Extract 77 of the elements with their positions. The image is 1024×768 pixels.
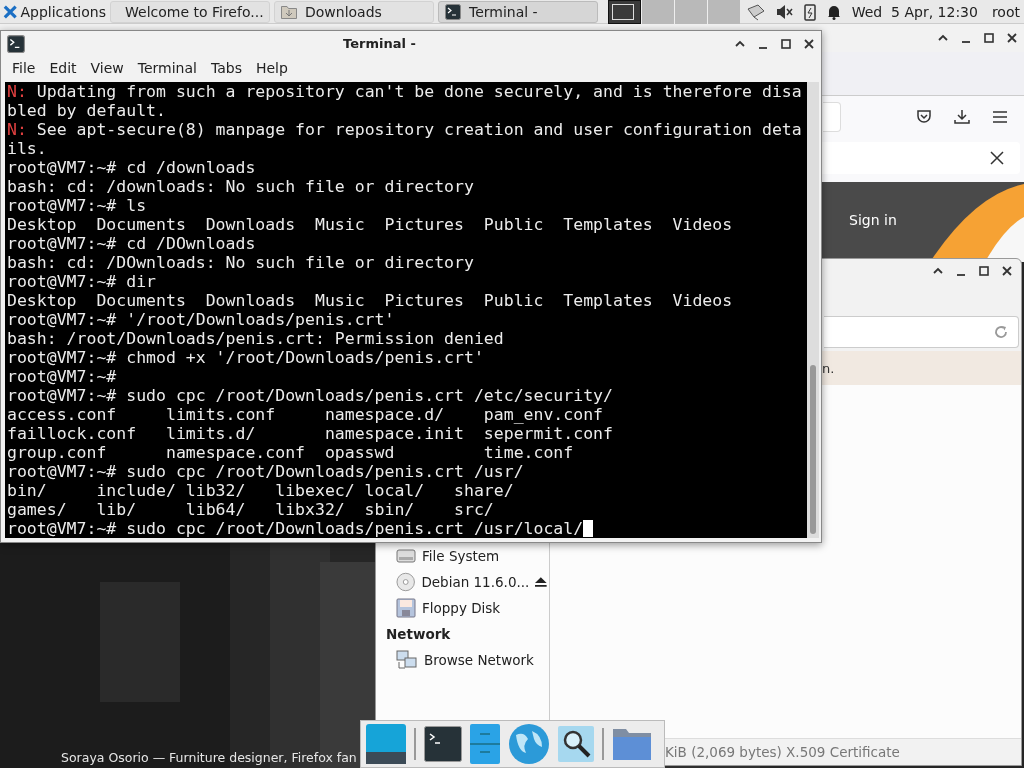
terminal-icon (7, 34, 25, 53)
terminal-line: bin/ include/ lib32/ libexec/ local/ share/ (7, 481, 514, 500)
user-name[interactable]: root (991, 3, 1020, 20)
sidebar-item[interactable]: Floppy Disk (386, 595, 549, 621)
menu-item[interactable]: Edit (42, 60, 84, 76)
menu-icon[interactable] (992, 110, 1008, 124)
maximize-icon[interactable] (983, 32, 995, 44)
terminal-line: root@VM7:~# '/root/Downloads/penis.crt' (7, 310, 395, 329)
applications-menu[interactable]: Applications (0, 0, 106, 23)
sign-in-link[interactable]: Sign in (849, 212, 897, 228)
sidebar-item[interactable]: Debian 11.6.0... (386, 569, 549, 595)
globe-icon[interactable] (508, 723, 550, 765)
x-logo-icon (3, 3, 18, 20)
menu-item[interactable]: Terminal (130, 60, 204, 76)
terminal-line: bled by default. (7, 101, 166, 120)
close-icon[interactable] (990, 151, 1004, 165)
terminal-line: games/ lib/ lib64/ libx32/ sbin/ src/ (7, 500, 494, 519)
terminal-line: N: See apt-secure(8) manpage for repository creation and user configuration deta (7, 120, 802, 139)
terminal-icon[interactable] (424, 726, 462, 762)
terminal-icon (445, 3, 461, 20)
terminal-line: bash: cd: /DOwnloads: No such file or directory (7, 253, 474, 272)
clock[interactable]: Wed 5 Apr, 12:30 (851, 3, 978, 20)
menu-item[interactable]: Tabs (203, 60, 249, 76)
photo-caption: Soraya Osorio — Furniture designer, Firefox fan (61, 750, 357, 765)
workspace-button[interactable] (608, 0, 641, 24)
terminal-line: Desktop Documents Downloads Music Pictures Public Templates Videos (7, 291, 733, 310)
address-field[interactable] (823, 102, 841, 132)
terminal-line: root@VM7:~# ls (7, 196, 147, 215)
sidebar-item[interactable]: File System (386, 543, 549, 569)
terminal-line: bash: cd: /downloads: No such file or directory (7, 177, 474, 196)
terminal-line: group.conf namespace.conf opasswd time.conf (7, 443, 574, 462)
terminal-line: faillock.conf limits.d/ namespace.init sepermit.conf (7, 424, 613, 443)
download-icon[interactable] (954, 109, 970, 125)
show-desktop-icon[interactable] (366, 724, 406, 764)
disc-icon (396, 572, 416, 592)
folder-icon[interactable] (612, 727, 652, 761)
terminal-line: access.conf limits.conf namespace.d/ pam_env.conf (7, 405, 604, 424)
folder-icon (281, 4, 297, 19)
menu-item[interactable]: View (83, 60, 131, 76)
terminal-line: root@VM7:~# (7, 367, 117, 386)
taskbar-button[interactable]: Welcome to Firefo... (110, 0, 270, 23)
reload-icon[interactable] (994, 325, 1008, 339)
status-text: KiB (2,069 bytes) X.509 Certificate (665, 744, 900, 760)
terminal-line: N: Updating from such a repository can't be done securely, and is therefore disa (7, 82, 802, 101)
network-icon[interactable] (745, 2, 766, 21)
terminal-line: root@VM7:~# sudo cpc /root/Downloads/penis.crt /usr/local/ (7, 519, 584, 538)
menu-item[interactable]: Help (248, 60, 295, 76)
terminal-line: bash: /root/Downloads/penis.crt: Permission denied (7, 329, 504, 348)
close-icon[interactable] (1001, 265, 1013, 277)
hard-drive-icon (396, 547, 416, 565)
sidebar-heading: Network (386, 625, 452, 644)
battery-icon[interactable] (803, 2, 816, 21)
close-icon[interactable] (803, 37, 815, 50)
terminal-line: root@VM7:~# sudo cpc /root/Downloads/penis.crt /usr/ (7, 462, 524, 481)
menu-item[interactable]: File (5, 60, 43, 76)
info-message: n. (822, 360, 835, 376)
pocket-icon[interactable] (916, 109, 932, 125)
terminal-line: root@VM7:~# sudo cpc /root/Downloads/penis.crt /etc/security/ (7, 386, 613, 405)
volume-muted-icon[interactable] (775, 3, 794, 20)
terminal-line: root@VM7:~# chmod +x '/root/Downloads/penis.crt' (7, 348, 484, 367)
terminal-line: Desktop Documents Downloads Music Pictures Public Templates Videos (7, 215, 733, 234)
maximize-icon[interactable] (780, 37, 792, 50)
eject-icon[interactable] (535, 576, 547, 588)
terminal-line: root@VM7:~# dir (7, 272, 156, 291)
terminal-line: ils. (7, 139, 47, 158)
taskbar-button[interactable]: Terminal - (438, 0, 598, 23)
terminal-line: root@VM7:~# cd /DOwnloads (7, 234, 256, 253)
search-icon[interactable] (558, 726, 594, 762)
path-field[interactable] (824, 316, 1019, 348)
window-title: Terminal - (342, 36, 417, 51)
taskbar-button[interactable]: Downloads (274, 0, 434, 23)
maximize-icon[interactable] (978, 265, 990, 277)
network-computers-icon (396, 650, 418, 670)
scrollbar[interactable] (807, 82, 819, 538)
sidebar-item[interactable]: Browse Network (386, 647, 549, 673)
terminal-line: root@VM7:~# cd /downloads (7, 158, 256, 177)
close-icon[interactable] (1006, 32, 1018, 44)
